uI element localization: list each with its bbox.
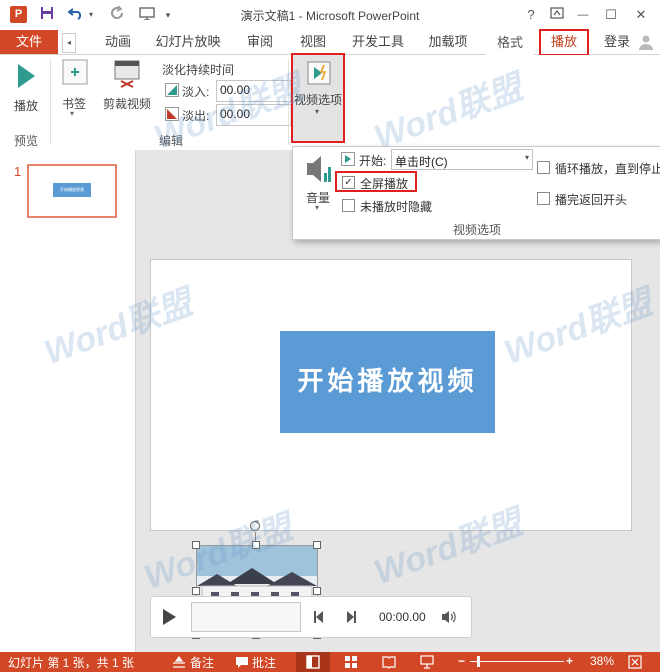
bookmark-button[interactable]: 书签 ▾	[56, 57, 92, 127]
slide-sorter-icon[interactable]	[344, 655, 358, 669]
step-forward-icon[interactable]	[345, 610, 357, 624]
tab-animations[interactable]: 动画	[95, 30, 141, 54]
player-time: 00:00.00	[379, 610, 426, 624]
fade-out-label: 淡出:	[182, 109, 210, 123]
step-back-icon[interactable]	[313, 610, 325, 624]
zoom-out-button[interactable]: −	[458, 654, 465, 668]
trim-video-icon	[114, 60, 140, 88]
fade-out-value[interactable]: 00.00	[220, 107, 250, 121]
video-options-icon	[307, 61, 331, 85]
status-bar: 幻灯片 第 1 张，共 1 张 备注 批注 − + 38%	[0, 652, 660, 672]
trim-video-label: 剪裁视频	[102, 97, 151, 111]
fullscreen-label: 全屏播放	[360, 177, 409, 191]
slides-panel	[0, 150, 136, 652]
rewind-label: 播完返回开头	[555, 193, 628, 207]
tab-file[interactable]: 文件	[0, 30, 58, 54]
volume-button[interactable]: 音量 ▾	[301, 153, 335, 215]
resize-handle[interactable]	[192, 587, 200, 595]
player-play-icon[interactable]	[161, 608, 177, 626]
play-icon	[18, 64, 35, 88]
video-options-button[interactable]: 视频选项 ▾	[291, 53, 345, 143]
volume-icon[interactable]	[441, 609, 457, 625]
slide-number: 1	[14, 164, 22, 179]
start-label: 开始:	[359, 154, 387, 168]
play-button[interactable]: 播放	[6, 59, 46, 115]
tab-review[interactable]: 审阅	[242, 30, 278, 54]
hide-when-not-playing-checkbox[interactable]	[342, 199, 355, 212]
start-select-value: 单击时(C)	[395, 155, 448, 169]
notes-icon	[172, 656, 186, 668]
group-separator	[50, 59, 51, 145]
group-separator	[288, 59, 289, 145]
fullscreen-checkbox[interactable]: ✓	[342, 176, 355, 189]
fade-duration-title: 淡化持续时间	[162, 63, 235, 77]
zoom-slider[interactable]	[470, 661, 564, 662]
fit-slide-icon[interactable]	[628, 655, 642, 669]
tab-playback[interactable]: 播放	[539, 29, 589, 56]
slide-thumbnail[interactable]: 开始播放视频	[27, 164, 117, 218]
resize-handle[interactable]	[313, 587, 321, 595]
close-button[interactable]: ✕	[630, 4, 652, 26]
rewind-checkbox[interactable]	[537, 192, 550, 205]
normal-view-icon[interactable]	[296, 652, 330, 672]
start-icon	[341, 152, 355, 166]
video-options-panel: 音量 ▾ 开始: 单击时(C) ▾ ✓ 全屏播放 未播放时隐藏 循环播放，直到停…	[292, 146, 660, 240]
trim-video-button[interactable]: 剪裁视频	[100, 57, 154, 113]
resize-handle[interactable]	[252, 541, 260, 549]
ribbon-panel: 播放 预览 书签 ▾ 剪裁视频 淡化持续时间 淡入: 00.00 ▲ ▼ 淡出:…	[0, 53, 660, 151]
media-controls: 00:00.00	[150, 596, 472, 638]
slide-count: 幻灯片 第 1 张，共 1 张	[8, 656, 135, 670]
rotate-handle-icon[interactable]	[249, 520, 261, 532]
video-options-label: 视频选项	[293, 93, 342, 107]
video-options-dropdown-icon: ▾	[315, 107, 320, 116]
login-link[interactable]: 登录	[600, 30, 634, 54]
fade-in-value[interactable]: 00.00	[220, 83, 250, 97]
fade-out-icon	[165, 107, 179, 121]
tab-add-ins[interactable]: 加载项	[424, 30, 472, 54]
zoom-level[interactable]: 38%	[590, 654, 614, 668]
add-bookmark-icon	[62, 59, 88, 85]
speaker-icon	[307, 156, 331, 182]
hide-when-not-playing-label: 未播放时隐藏	[360, 200, 433, 214]
resize-handle[interactable]	[192, 541, 200, 549]
comments-button[interactable]: 批注	[252, 654, 276, 671]
tab-scroll-left-icon[interactable]: ◂	[62, 33, 76, 53]
tab-slide-show[interactable]: 幻灯片放映	[153, 30, 223, 54]
loop-label: 循环播放，直到停止	[555, 162, 660, 176]
title-bar: P ▾ ▾ 演示文稿1 - Microsoft PowerPoint ? — ☐…	[0, 0, 660, 30]
volume-dropdown-icon: ▾	[315, 203, 320, 212]
notes-button[interactable]: 备注	[190, 654, 214, 671]
loop-checkbox[interactable]	[537, 161, 550, 174]
start-video-shape[interactable]: 开始播放视频	[280, 331, 495, 433]
zoom-in-button[interactable]: +	[566, 654, 573, 668]
help-icon[interactable]: ?	[520, 4, 542, 26]
fade-in-label: 淡入:	[182, 85, 210, 99]
ribbon-display-options-icon[interactable]	[546, 4, 568, 26]
tab-format[interactable]: 格式	[486, 30, 534, 56]
tab-view[interactable]: 视图	[295, 30, 331, 54]
slideshow-view-icon[interactable]	[420, 655, 434, 669]
ribbon-tab-row: 文件 ◂ 动画 幻灯片放映 审阅 视图 开发工具 加载项 格式 播放 登录	[0, 29, 660, 56]
group-label-preview: 预览	[13, 134, 38, 148]
fade-in-icon	[165, 83, 179, 97]
play-label: 播放	[13, 99, 38, 113]
bookmark-dropdown-icon: ▾	[70, 109, 75, 118]
account-icon[interactable]	[638, 34, 654, 50]
restore-button[interactable]: ☐	[600, 4, 622, 26]
minimize-button[interactable]: —	[572, 4, 594, 26]
group-label-edit: 编辑	[158, 134, 183, 148]
start-select-dropdown-icon[interactable]: ▾	[525, 153, 529, 162]
tab-developer[interactable]: 开发工具	[348, 30, 408, 54]
progress-bar[interactable]	[191, 602, 301, 632]
zoom-slider-thumb[interactable]	[477, 656, 480, 667]
resize-handle[interactable]	[313, 541, 321, 549]
start-select[interactable]: 单击时(C) ▾	[391, 149, 533, 170]
thumbnail-button-text: 开始播放视频	[53, 183, 91, 197]
reading-view-icon[interactable]	[382, 655, 396, 669]
group-label-video-options: 视频选项	[452, 223, 501, 237]
comments-icon	[235, 656, 249, 668]
